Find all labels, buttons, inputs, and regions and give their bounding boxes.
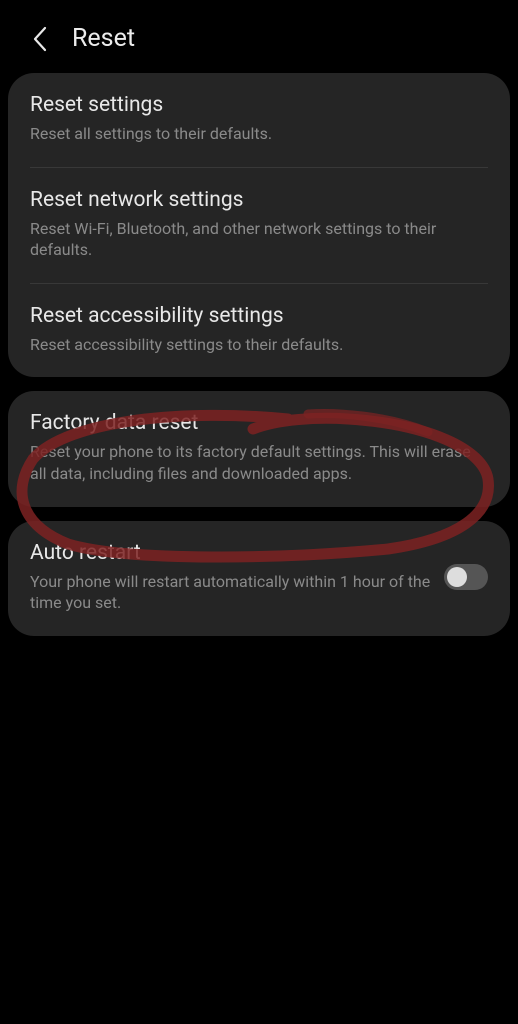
factory-data-reset-item[interactable]: Factory data reset Reset your phone to i… (8, 391, 510, 506)
auto-restart-card: Auto restart Your phone will restart aut… (8, 521, 510, 636)
item-title: Reset settings (30, 93, 488, 117)
item-desc: Reset Wi-Fi, Bluetooth, and other networ… (30, 218, 488, 261)
item-desc: Your phone will restart automatically wi… (30, 571, 432, 614)
item-title: Factory data reset (30, 411, 488, 435)
toggle-knob (447, 567, 467, 587)
reset-accessibility-settings-item[interactable]: Reset accessibility settings Reset acces… (8, 284, 510, 378)
chevron-left-icon (32, 26, 48, 52)
auto-restart-item[interactable]: Auto restart Your phone will restart aut… (8, 521, 510, 636)
item-text: Auto restart Your phone will restart aut… (30, 541, 444, 614)
back-button[interactable] (28, 27, 52, 51)
item-desc: Reset your phone to its factory default … (30, 441, 488, 484)
content: Reset settings Reset all settings to the… (0, 73, 518, 636)
page-title: Reset (72, 24, 135, 53)
item-desc: Reset all settings to their defaults. (30, 123, 488, 145)
reset-network-settings-item[interactable]: Reset network settings Reset Wi-Fi, Blue… (8, 168, 510, 283)
factory-reset-card: Factory data reset Reset your phone to i… (8, 391, 510, 506)
item-desc: Reset accessibility settings to their de… (30, 334, 488, 356)
item-title: Reset accessibility settings (30, 304, 488, 328)
item-title: Reset network settings (30, 188, 488, 212)
item-title: Auto restart (30, 541, 432, 565)
auto-restart-toggle[interactable] (444, 564, 488, 590)
header: Reset (0, 0, 518, 73)
reset-settings-item[interactable]: Reset settings Reset all settings to the… (8, 73, 510, 167)
reset-options-card: Reset settings Reset all settings to the… (8, 73, 510, 377)
